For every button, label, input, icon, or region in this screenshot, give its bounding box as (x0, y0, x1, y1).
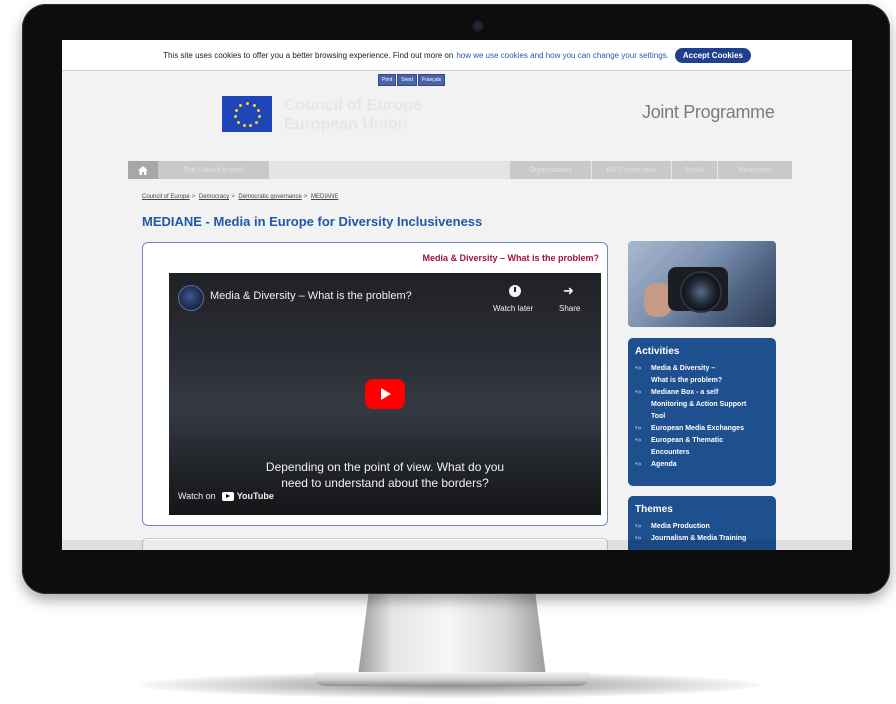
video-card: Media & Diversity – What is the problem?… (142, 242, 608, 526)
breadcrumb-mediane[interactable]: MEDIANE (311, 194, 338, 200)
nav-item-portal[interactable]: Portal (672, 161, 718, 179)
brand-line-2: European Union (284, 116, 408, 133)
activities-item-label: European & Thematic (651, 437, 723, 444)
clock-icon[interactable] (509, 285, 521, 297)
bullet-icon: •» (635, 437, 642, 444)
breadcrumb-council[interactable]: Council of Europe (142, 194, 190, 200)
activities-item-label: Mediane Box - a self (651, 389, 719, 396)
bullet-icon: •» (635, 523, 642, 530)
activities-item-label: Agenda (651, 461, 677, 468)
monitor-stand-base (314, 672, 590, 686)
activities-item[interactable]: Tool (635, 411, 769, 423)
activities-list: •» Media & Diversity – What is the problem… (635, 363, 769, 471)
nav-item-eu-cooperation[interactable]: EU Cooperation (592, 161, 672, 179)
nav-item-blank-2[interactable] (360, 161, 434, 179)
share-icon[interactable]: ➜ (563, 283, 574, 299)
watch-on-label: Watch on (178, 491, 216, 501)
main-nav: The Council in brief Organisations EU Co… (128, 161, 792, 179)
webcam-icon (474, 22, 482, 30)
bullet-icon (635, 375, 645, 387)
breadcrumb-separator: > (231, 194, 235, 200)
bullet-icon (635, 447, 645, 459)
activities-item-label: Tool (651, 413, 666, 420)
brand-name: Council of Europe European Union (284, 96, 422, 134)
nav-item-blank-3[interactable] (434, 161, 510, 179)
watch-later-button[interactable]: Watch later (493, 304, 533, 313)
activities-item-label: Media & Diversity – (651, 365, 716, 372)
nav-item-organisations[interactable]: Organisations (510, 161, 592, 179)
send-button[interactable]: Send (397, 74, 417, 86)
activities-item[interactable]: Monitoring & Action Support (635, 399, 769, 411)
breadcrumb-separator: > (191, 194, 196, 200)
themes-title: Themes (635, 504, 673, 515)
bullet-icon: •» (635, 461, 642, 468)
watch-on-youtube-link[interactable]: Watch on YouTube (178, 491, 274, 501)
share-button[interactable]: Share (559, 304, 580, 313)
bullet-icon (635, 411, 645, 423)
nav-item-blank-1[interactable] (270, 161, 360, 179)
activities-item[interactable]: •» Agenda (635, 459, 769, 471)
activities-item-label: Encounters (651, 449, 690, 456)
activities-panel: Activities •» Media & Diversity – What is … (628, 338, 776, 486)
nav-item-newsletter[interactable]: Newsletter (718, 161, 792, 179)
joint-programme-title: Joint Programme (642, 102, 775, 122)
video-heading: Media & Diversity – What is the problem? (422, 253, 599, 263)
bullet-icon: •» (635, 365, 642, 372)
cookie-bar: This site uses cookies to offer you a be… (62, 40, 852, 71)
page-fold-shadow (62, 540, 852, 550)
activities-item-label: European Media Exchanges (651, 425, 744, 432)
video-title[interactable]: Media & Diversity – What is the problem? (210, 290, 412, 302)
print-button[interactable]: Print (378, 74, 397, 86)
bullet-icon (635, 399, 645, 411)
activities-item[interactable]: •» Mediane Box - a self (635, 387, 769, 399)
browser-screen: This site uses cookies to offer you a be… (62, 40, 852, 550)
activities-item[interactable]: •» European Media Exchanges (635, 423, 769, 435)
eu-flag-logo[interactable] (222, 96, 272, 132)
nav-item-council[interactable]: The Council in brief (158, 161, 270, 179)
video-subtitle: Depending on the point of view. What do … (265, 460, 505, 490)
camera-lens (680, 271, 722, 313)
activities-item[interactable]: What is the problem? (635, 375, 769, 387)
activities-item[interactable]: Encounters (635, 447, 769, 459)
activities-item[interactable]: •» Media & Diversity – (635, 363, 769, 375)
channel-avatar[interactable] (178, 285, 204, 311)
themes-item-label: Media Production (651, 523, 710, 530)
photographer-image (628, 241, 776, 327)
page-title: MEDIANE - Media in Europe for Diversity … (142, 214, 483, 229)
language-button[interactable]: Français (417, 74, 446, 86)
monitor-stand (358, 588, 546, 676)
activities-title: Activities (635, 346, 680, 357)
activities-item-label: Monitoring & Action Support (651, 401, 747, 408)
utility-buttons: Print Send Français (378, 74, 446, 86)
brand-line-1: Council of Europe (284, 97, 422, 114)
themes-item[interactable]: •» Media Production (635, 521, 769, 533)
play-button[interactable] (365, 379, 405, 409)
home-icon[interactable] (128, 161, 158, 179)
youtube-player[interactable]: Media & Diversity – What is the problem?… (169, 273, 601, 515)
breadcrumb-democracy[interactable]: Democracy (199, 194, 229, 200)
breadcrumb-separator: > (303, 194, 308, 200)
bullet-icon: •» (635, 425, 642, 432)
cookie-message: This site uses cookies to offer you a be… (163, 50, 454, 60)
activities-item-label: What is the problem? (651, 377, 723, 384)
accept-cookies-button[interactable]: Accept Cookies (674, 47, 751, 63)
breadcrumb-governance[interactable]: Democratic governance (238, 194, 301, 200)
activities-item[interactable]: •» European & Thematic (635, 435, 769, 447)
breadcrumb: Council of Europe > Democracy > Democratic… (142, 194, 338, 200)
youtube-wordmark: YouTube (236, 491, 274, 501)
bullet-icon: •» (635, 389, 642, 396)
youtube-logo-icon (221, 491, 234, 501)
monitor-scene: This site uses cookies to offer you a be… (0, 0, 896, 704)
cookie-settings-link[interactable]: how we use cookies and how you can chang… (456, 51, 669, 60)
